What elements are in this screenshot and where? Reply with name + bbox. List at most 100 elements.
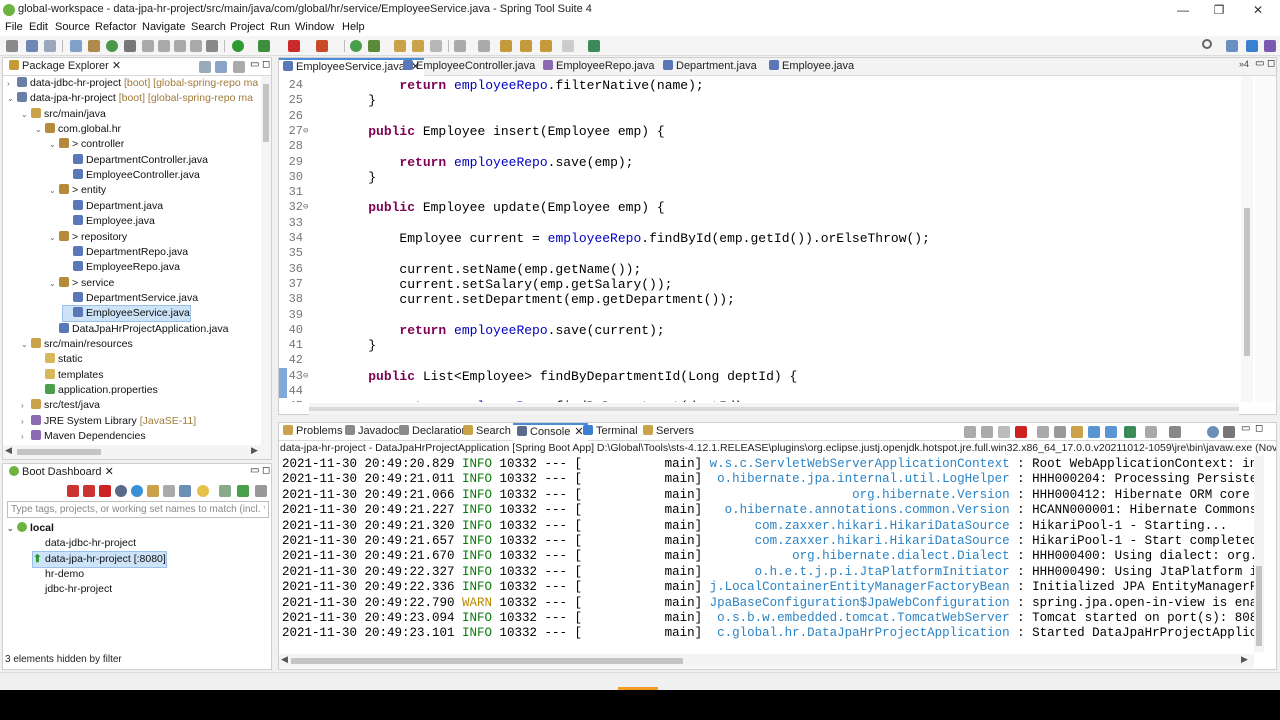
scroll-lock-icon[interactable] xyxy=(1037,426,1049,438)
last-edit-icon[interactable] xyxy=(500,40,512,52)
search-tool-icon[interactable] xyxy=(430,40,442,52)
expand-arrow-icon[interactable]: › xyxy=(21,414,31,429)
tree-item[interactable]: Department.java xyxy=(63,199,163,214)
editor-tab[interactable]: EmployeeController.java xyxy=(399,58,539,76)
tree-item[interactable]: ⌄ > controller xyxy=(49,137,124,152)
fold-toggle-icon[interactable]: ⊖ xyxy=(303,124,308,139)
debug-icon[interactable] xyxy=(206,40,218,52)
search-icon[interactable] xyxy=(1202,39,1212,49)
code-area[interactable]: 24 return employeeRepo.filterNative(name… xyxy=(279,78,1241,402)
forward-icon[interactable] xyxy=(540,40,552,52)
open-task-icon[interactable] xyxy=(412,40,424,52)
bottom-tab[interactable]: Problems xyxy=(279,423,346,441)
minimize-view-icon[interactable]: ▭ xyxy=(250,59,259,70)
minimize-view-icon[interactable]: ▭ xyxy=(1255,58,1264,69)
tree-item[interactable]: EmployeeController.java xyxy=(63,168,200,183)
remove-launch-icon[interactable] xyxy=(981,426,993,438)
open-console-icon[interactable] xyxy=(1124,426,1136,438)
bottom-tab[interactable]: Console ✕ xyxy=(513,423,588,441)
resume-icon[interactable] xyxy=(142,40,154,52)
menu-refactor[interactable]: Refactor xyxy=(95,21,137,33)
tree-item[interactable]: › src/test/java xyxy=(21,398,100,413)
close-icon[interactable]: ✕ xyxy=(105,466,114,478)
minimize-view-icon[interactable]: ▭ xyxy=(1241,423,1250,434)
bottom-tab[interactable]: Terminal xyxy=(579,423,642,441)
boot-app-item[interactable]: jdbc-hr-project xyxy=(33,582,112,597)
expand-arrow-icon[interactable]: ⌄ xyxy=(49,230,59,245)
editor-hscrollbar[interactable] xyxy=(309,403,1239,415)
annotation-next-icon[interactable] xyxy=(454,40,466,52)
build-icon[interactable] xyxy=(88,40,100,52)
link-editor-icon[interactable] xyxy=(215,61,227,73)
gear-icon[interactable] xyxy=(1223,426,1235,438)
tree-item[interactable]: EmployeeRepo.java xyxy=(63,260,180,275)
console-hscrollbar[interactable]: ◀ ▶ xyxy=(279,654,1254,668)
expand-arrow-icon[interactable]: › xyxy=(21,429,31,444)
console-menu-icon[interactable] xyxy=(1169,426,1181,438)
word-wrap-icon[interactable] xyxy=(1054,426,1066,438)
debug-icon[interactable] xyxy=(115,485,127,497)
spring-starter-icon[interactable] xyxy=(368,40,380,52)
bottom-tab[interactable]: Search xyxy=(459,423,515,441)
debug-perspective-icon[interactable] xyxy=(1264,40,1276,52)
annotation-prev-icon[interactable] xyxy=(478,40,490,52)
terminate-icon[interactable] xyxy=(1015,426,1027,438)
restart-icon[interactable] xyxy=(83,485,95,497)
external-tools-icon[interactable] xyxy=(316,40,328,52)
tree-item[interactable]: › Maven Dependencies xyxy=(21,429,146,444)
new-java-icon[interactable] xyxy=(350,40,362,52)
tab-overflow-indicator[interactable]: »4 xyxy=(1239,59,1249,69)
expand-arrow-icon[interactable]: › xyxy=(7,76,17,91)
boot-icon[interactable] xyxy=(106,40,118,52)
idea-icon[interactable] xyxy=(197,485,209,497)
save-icon[interactable] xyxy=(26,40,38,52)
expand-arrow-icon[interactable]: ⌄ xyxy=(35,122,45,137)
expand-arrow-icon[interactable]: ⌄ xyxy=(21,337,31,352)
tree-item[interactable]: static xyxy=(35,352,83,367)
tree-item[interactable]: › data-jdbc-hr-project [boot] [global-spr… xyxy=(7,76,258,91)
add-target-icon[interactable] xyxy=(237,485,249,497)
close-window-button[interactable]: ✕ xyxy=(1240,0,1276,20)
expand-arrow-icon[interactable]: › xyxy=(21,398,31,413)
tree-item[interactable]: ⌄ > entity xyxy=(49,183,106,198)
pin-editor-icon[interactable] xyxy=(588,40,600,52)
suspend-icon[interactable] xyxy=(158,40,170,52)
boot-dashboard-tab[interactable]: Boot Dashboard ✕ xyxy=(5,464,118,482)
nav-disabled-icon[interactable] xyxy=(562,40,574,52)
bottom-tab[interactable]: Javadoc xyxy=(341,423,403,441)
java-perspective-icon[interactable] xyxy=(1226,40,1238,52)
tree-item[interactable]: Employee.java xyxy=(63,214,155,229)
bottom-tab[interactable]: Servers xyxy=(639,423,698,441)
filter-icon[interactable] xyxy=(179,485,191,497)
expand-arrow-icon[interactable]: ⌄ xyxy=(49,137,59,152)
tree-item[interactable]: ⌄ > repository xyxy=(49,230,127,245)
boot-app-item[interactable]: ⬆ data-jpa-hr-project [:8080] xyxy=(32,550,167,568)
boot-app-item[interactable]: hr-demo xyxy=(33,567,84,582)
tree-item[interactable]: DepartmentService.java xyxy=(63,291,198,306)
new-icon[interactable] xyxy=(6,40,18,52)
tree-item[interactable]: › JRE System Library [JavaSE-11] xyxy=(21,414,196,429)
console-output[interactable]: 2021-11-30 20:49:20.829 INFO 10332 --- [… xyxy=(279,456,1254,652)
tree-item[interactable]: DepartmentRepo.java xyxy=(63,245,188,260)
menu-navigate[interactable]: Navigate xyxy=(142,21,185,33)
menu-search[interactable]: Search xyxy=(191,21,226,33)
editor-tab[interactable]: Department.java xyxy=(659,58,761,76)
fold-toggle-icon[interactable]: ⊖ xyxy=(303,200,308,215)
tree-item[interactable]: EmployeeService.java xyxy=(62,305,191,323)
fold-toggle-icon[interactable]: ⊖ xyxy=(303,369,308,384)
menu-file[interactable]: File xyxy=(5,21,23,33)
expand-arrow-icon[interactable]: ⌄ xyxy=(49,183,59,198)
menu-edit[interactable]: Edit xyxy=(29,21,48,33)
tree-item[interactable]: application.properties xyxy=(35,383,158,398)
clear-console-icon[interactable] xyxy=(964,426,976,438)
start-icon[interactable] xyxy=(67,485,79,497)
open-browser-icon[interactable] xyxy=(131,485,143,497)
editor-tab[interactable]: EmployeeRepo.java xyxy=(539,58,658,76)
package-explorer-tab[interactable]: Package Explorer ✕ xyxy=(5,58,125,76)
menu-source[interactable]: Source xyxy=(55,21,90,33)
boot-filter-field[interactable]: Type tags, projects, or working set name… xyxy=(7,501,269,518)
menu-run[interactable]: Run xyxy=(270,21,290,33)
run-icon[interactable] xyxy=(232,40,244,52)
tree-item[interactable]: ⌄ data-jpa-hr-project [boot] [global-spri… xyxy=(7,91,253,106)
open-type-icon[interactable] xyxy=(394,40,406,52)
